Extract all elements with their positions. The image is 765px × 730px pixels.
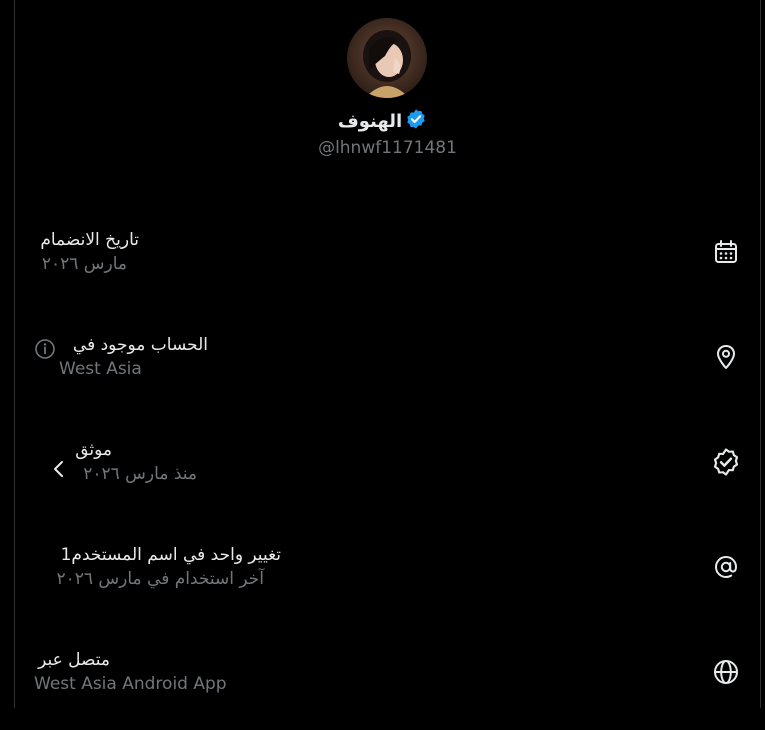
username-change-row: تغيير واحد في اسم المستخدم1 آخر استخدام … — [0, 545, 765, 625]
verified-badge-icon — [405, 108, 427, 134]
display-name: الهنوف — [337, 110, 403, 132]
joined-date-title: تاريخ الانضمام — [40, 230, 139, 250]
connected-via-row: متصل عبر West Asia Android App — [0, 650, 765, 730]
account-location-title: الحساب موجود في — [72, 335, 208, 355]
connected-via-title: متصل عبر — [38, 650, 110, 670]
verified-check-icon — [711, 447, 741, 477]
joined-date-row: تاريخ الانضمام مارس ٢٠٢٦ — [0, 230, 765, 310]
joined-date-value: مارس ٢٠٢٦ — [41, 254, 127, 274]
profile-name-row: الهنوف — [0, 107, 765, 135]
verified-row[interactable]: موثق منذ مارس ٢٠٢٦ — [0, 440, 765, 520]
username-change-title: تغيير واحد في اسم المستخدم1 — [60, 545, 281, 565]
info-icon[interactable] — [34, 338, 56, 360]
calendar-icon — [711, 237, 741, 267]
account-location-value: West Asia — [59, 359, 142, 379]
avatar[interactable] — [347, 18, 427, 98]
account-location-row: الحساب موجود في West Asia — [0, 335, 765, 415]
verified-title: موثق — [75, 440, 112, 460]
globe-icon — [711, 657, 741, 687]
location-pin-icon — [711, 342, 741, 372]
username-change-last-used: آخر استخدام في مارس ٢٠٢٦ — [56, 569, 264, 589]
connected-via-value: West Asia Android App — [34, 674, 227, 694]
verified-since-value: منذ مارس ٢٠٢٦ — [83, 464, 197, 484]
at-sign-icon — [711, 552, 741, 582]
username-handle: @lhnwf1171481 — [318, 138, 457, 158]
chevron-left-icon[interactable] — [51, 458, 67, 480]
